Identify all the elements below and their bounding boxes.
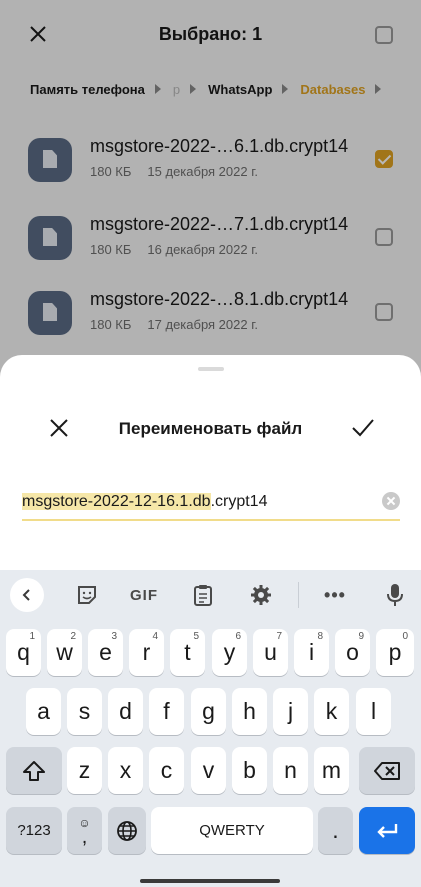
key-hint: 6 xyxy=(235,631,241,642)
key-r[interactable]: r4 xyxy=(129,629,164,676)
key-label: q xyxy=(17,639,30,665)
keyboard-toolbar: GIF ••• xyxy=(0,570,421,620)
key-m[interactable]: m xyxy=(314,747,349,794)
microphone-icon xyxy=(387,584,403,606)
shift-key[interactable] xyxy=(6,747,62,794)
key-hint: 7 xyxy=(276,631,282,642)
enter-icon xyxy=(377,823,398,838)
period-key[interactable]: . xyxy=(318,807,353,854)
selected-text: msgstore-2022-12-16.1.db xyxy=(22,493,211,510)
key-l[interactable]: l xyxy=(356,688,391,735)
check-icon[interactable] xyxy=(351,417,375,439)
key-n[interactable]: n xyxy=(273,747,308,794)
key-label: t xyxy=(184,639,191,665)
key-label: u xyxy=(264,639,277,665)
key-z[interactable]: z xyxy=(67,747,102,794)
soft-keyboard: GIF ••• q1 w2 e3 r4 t5 y6 u7 i8 o9 p0 a … xyxy=(0,570,421,887)
key-hint: 4 xyxy=(152,631,158,642)
key-t[interactable]: t5 xyxy=(170,629,205,676)
backspace-icon xyxy=(374,761,400,780)
key-label: p xyxy=(388,639,402,665)
key-hint: 5 xyxy=(193,631,199,642)
modal-scrim[interactable] xyxy=(0,0,421,380)
gif-button[interactable]: GIF xyxy=(127,579,161,611)
unselected-text: .crypt14 xyxy=(210,493,268,510)
key-label: , xyxy=(81,825,88,848)
backspace-key[interactable] xyxy=(359,747,415,794)
more-options-button[interactable]: ••• xyxy=(318,579,352,611)
key-q[interactable]: q1 xyxy=(6,629,41,676)
key-k[interactable]: k xyxy=(314,688,349,735)
key-hint: 1 xyxy=(29,631,35,642)
rename-bottom-sheet: Переименовать файл msgstore-2022-12-16.1… xyxy=(0,355,421,570)
keyboard-collapse-button[interactable] xyxy=(10,578,44,612)
gear-icon xyxy=(251,585,271,605)
key-label: i xyxy=(308,639,315,665)
key-hint: 9 xyxy=(358,631,364,642)
key-hint: 2 xyxy=(70,631,76,642)
key-g[interactable]: g xyxy=(191,688,226,735)
key-u[interactable]: u7 xyxy=(253,629,288,676)
key-e[interactable]: e3 xyxy=(88,629,123,676)
key-hint: 0 xyxy=(402,631,408,642)
key-label: r xyxy=(142,639,151,665)
voice-input-button[interactable] xyxy=(378,579,412,611)
key-hint: 3 xyxy=(111,631,117,642)
gesture-navigation-bar[interactable] xyxy=(140,879,280,883)
key-x[interactable]: x xyxy=(108,747,143,794)
key-v[interactable]: v xyxy=(191,747,226,794)
key-label: e xyxy=(99,639,112,665)
key-label: y xyxy=(223,639,236,665)
key-d[interactable]: d xyxy=(108,688,143,735)
language-key[interactable] xyxy=(108,807,146,854)
key-w[interactable]: w2 xyxy=(47,629,82,676)
key-label: o xyxy=(346,639,359,665)
key-j[interactable]: j xyxy=(273,688,308,735)
key-f[interactable]: f xyxy=(149,688,184,735)
key-label: w xyxy=(56,639,73,665)
key-c[interactable]: c xyxy=(149,747,184,794)
sticker-button[interactable] xyxy=(70,579,104,611)
sticker-icon xyxy=(78,586,96,604)
clear-input-icon[interactable] xyxy=(382,492,400,510)
symbols-key[interactable]: ?123 xyxy=(6,807,62,854)
sheet-drag-handle[interactable] xyxy=(198,367,224,371)
settings-button[interactable] xyxy=(244,579,278,611)
key-s[interactable]: s xyxy=(67,688,102,735)
chevron-left-icon xyxy=(22,589,30,601)
key-h[interactable]: h xyxy=(232,688,267,735)
shift-icon xyxy=(23,760,45,781)
key-b[interactable]: b xyxy=(232,747,267,794)
filename-input-text[interactable]: msgstore-2022-12-16.1.db.crypt14 xyxy=(22,493,267,511)
clipboard-icon xyxy=(194,585,212,606)
clipboard-button[interactable] xyxy=(186,579,220,611)
key-p[interactable]: p0 xyxy=(376,629,414,676)
filename-input[interactable]: msgstore-2022-12-16.1.db.crypt14 xyxy=(22,489,400,521)
enter-key[interactable] xyxy=(359,807,415,854)
emoji-comma-key[interactable]: ☺ , xyxy=(67,807,102,854)
key-i[interactable]: i8 xyxy=(294,629,329,676)
toolbar-divider xyxy=(298,582,299,608)
key-o[interactable]: o9 xyxy=(335,629,370,676)
globe-icon xyxy=(117,820,137,841)
key-a[interactable]: a xyxy=(26,688,61,735)
key-hint: 8 xyxy=(317,631,323,642)
space-key[interactable]: QWERTY xyxy=(151,807,313,854)
key-y[interactable]: y6 xyxy=(212,629,247,676)
